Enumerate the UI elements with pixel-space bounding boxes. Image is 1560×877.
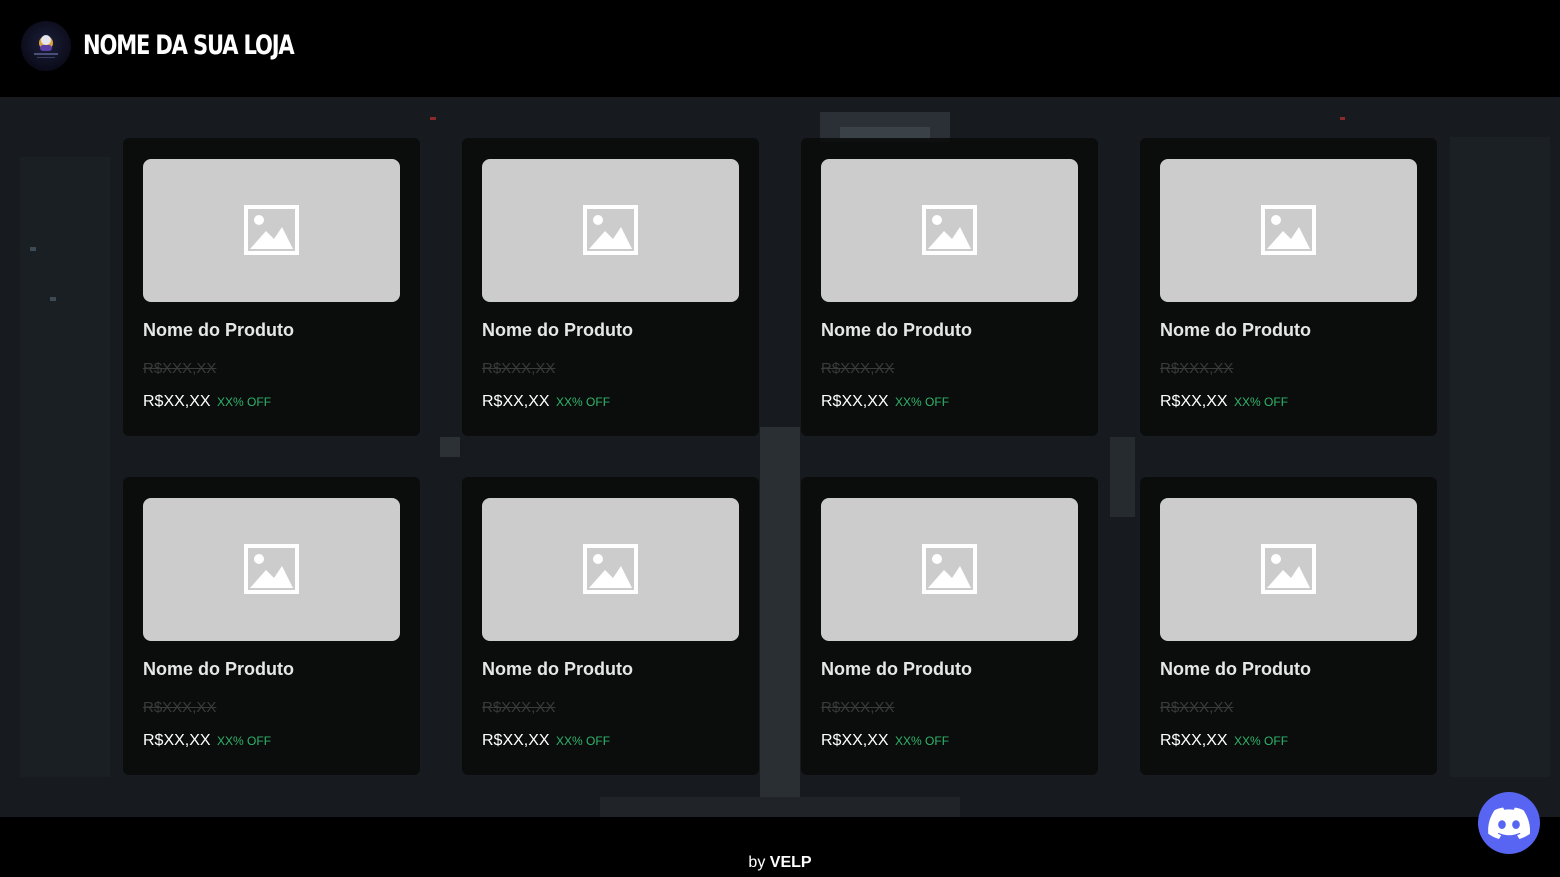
product-price: R$XX,XX [1160, 393, 1228, 410]
product-price-line: R$XX,XX XX% OFF [1160, 732, 1288, 750]
product-image-placeholder[interactable] [821, 498, 1078, 641]
image-placeholder-icon [583, 544, 638, 594]
image-placeholder-icon [1261, 544, 1316, 594]
product-price-line: R$XX,XX XX% OFF [143, 732, 271, 750]
discount-badge: XX% OFF [556, 395, 611, 409]
discount-badge: XX% OFF [217, 734, 272, 748]
product-card[interactable]: Nome do Produto R$XXX,XX R$XX,XX XX% OFF [462, 477, 759, 775]
store-logo-icon[interactable] [21, 21, 71, 71]
footer-brand-link[interactable]: VELP [770, 854, 812, 871]
product-name[interactable]: Nome do Produto [482, 320, 633, 341]
product-image-placeholder[interactable] [143, 159, 400, 302]
product-price: R$XX,XX [143, 393, 211, 410]
product-price-line: R$XX,XX XX% OFF [482, 732, 610, 750]
product-card[interactable]: Nome do Produto R$XXX,XX R$XX,XX XX% OFF [1140, 477, 1437, 775]
product-price: R$XX,XX [821, 732, 889, 749]
product-price: R$XX,XX [821, 393, 889, 410]
product-price: R$XX,XX [1160, 732, 1228, 749]
image-placeholder-icon [244, 205, 299, 255]
site-header: NOME DA SUA LOJA [0, 0, 1560, 97]
product-card[interactable]: Nome do Produto R$XXX,XX R$XX,XX XX% OFF [123, 477, 420, 775]
product-old-price: R$XXX,XX [143, 699, 217, 716]
product-section: Nome do Produto R$XXX,XX R$XX,XX XX% OFF… [0, 97, 1560, 817]
image-placeholder-icon [1261, 205, 1316, 255]
discount-badge: XX% OFF [556, 734, 611, 748]
product-old-price: R$XXX,XX [482, 360, 556, 377]
image-placeholder-icon [244, 544, 299, 594]
product-price-line: R$XX,XX XX% OFF [143, 393, 271, 411]
product-price: R$XX,XX [482, 732, 550, 749]
product-price-line: R$XX,XX XX% OFF [482, 393, 610, 411]
product-old-price: R$XXX,XX [143, 360, 217, 377]
product-old-price: R$XXX,XX [1160, 699, 1234, 716]
product-price-line: R$XX,XX XX% OFF [1160, 393, 1288, 411]
product-old-price: R$XXX,XX [821, 699, 895, 716]
product-price-line: R$XX,XX XX% OFF [821, 732, 949, 750]
site-footer: by VELP [0, 817, 1560, 877]
product-card[interactable]: Nome do Produto R$XXX,XX R$XX,XX XX% OFF [801, 138, 1098, 436]
product-name[interactable]: Nome do Produto [1160, 320, 1311, 341]
product-card[interactable]: Nome do Produto R$XXX,XX R$XX,XX XX% OFF [801, 477, 1098, 775]
product-price: R$XX,XX [143, 732, 211, 749]
product-name[interactable]: Nome do Produto [1160, 659, 1311, 680]
product-name[interactable]: Nome do Produto [143, 320, 294, 341]
discount-badge: XX% OFF [217, 395, 272, 409]
product-image-placeholder[interactable] [821, 159, 1078, 302]
product-old-price: R$XXX,XX [821, 360, 895, 377]
discord-button[interactable] [1478, 792, 1540, 854]
product-old-price: R$XXX,XX [1160, 360, 1234, 377]
discount-badge: XX% OFF [1234, 734, 1289, 748]
product-name[interactable]: Nome do Produto [821, 659, 972, 680]
product-price-line: R$XX,XX XX% OFF [821, 393, 949, 411]
product-price: R$XX,XX [482, 393, 550, 410]
product-image-placeholder[interactable] [143, 498, 400, 641]
product-card[interactable]: Nome do Produto R$XXX,XX R$XX,XX XX% OFF [462, 138, 759, 436]
product-card[interactable]: Nome do Produto R$XXX,XX R$XX,XX XX% OFF [1140, 138, 1437, 436]
product-image-placeholder[interactable] [1160, 498, 1417, 641]
product-image-placeholder[interactable] [482, 498, 739, 641]
store-name[interactable]: NOME DA SUA LOJA [83, 28, 295, 64]
product-name[interactable]: Nome do Produto [482, 659, 633, 680]
image-placeholder-icon [922, 205, 977, 255]
image-placeholder-icon [583, 205, 638, 255]
discord-icon [1488, 807, 1530, 839]
product-name[interactable]: Nome do Produto [821, 320, 972, 341]
product-card[interactable]: Nome do Produto R$XXX,XX R$XX,XX XX% OFF [123, 138, 420, 436]
footer-credit: by VELP [0, 854, 1560, 872]
discount-badge: XX% OFF [1234, 395, 1289, 409]
discount-badge: XX% OFF [895, 734, 950, 748]
product-old-price: R$XXX,XX [482, 699, 556, 716]
discount-badge: XX% OFF [895, 395, 950, 409]
product-image-placeholder[interactable] [1160, 159, 1417, 302]
product-name[interactable]: Nome do Produto [143, 659, 294, 680]
image-placeholder-icon [922, 544, 977, 594]
footer-prefix: by [748, 854, 766, 871]
product-image-placeholder[interactable] [482, 159, 739, 302]
